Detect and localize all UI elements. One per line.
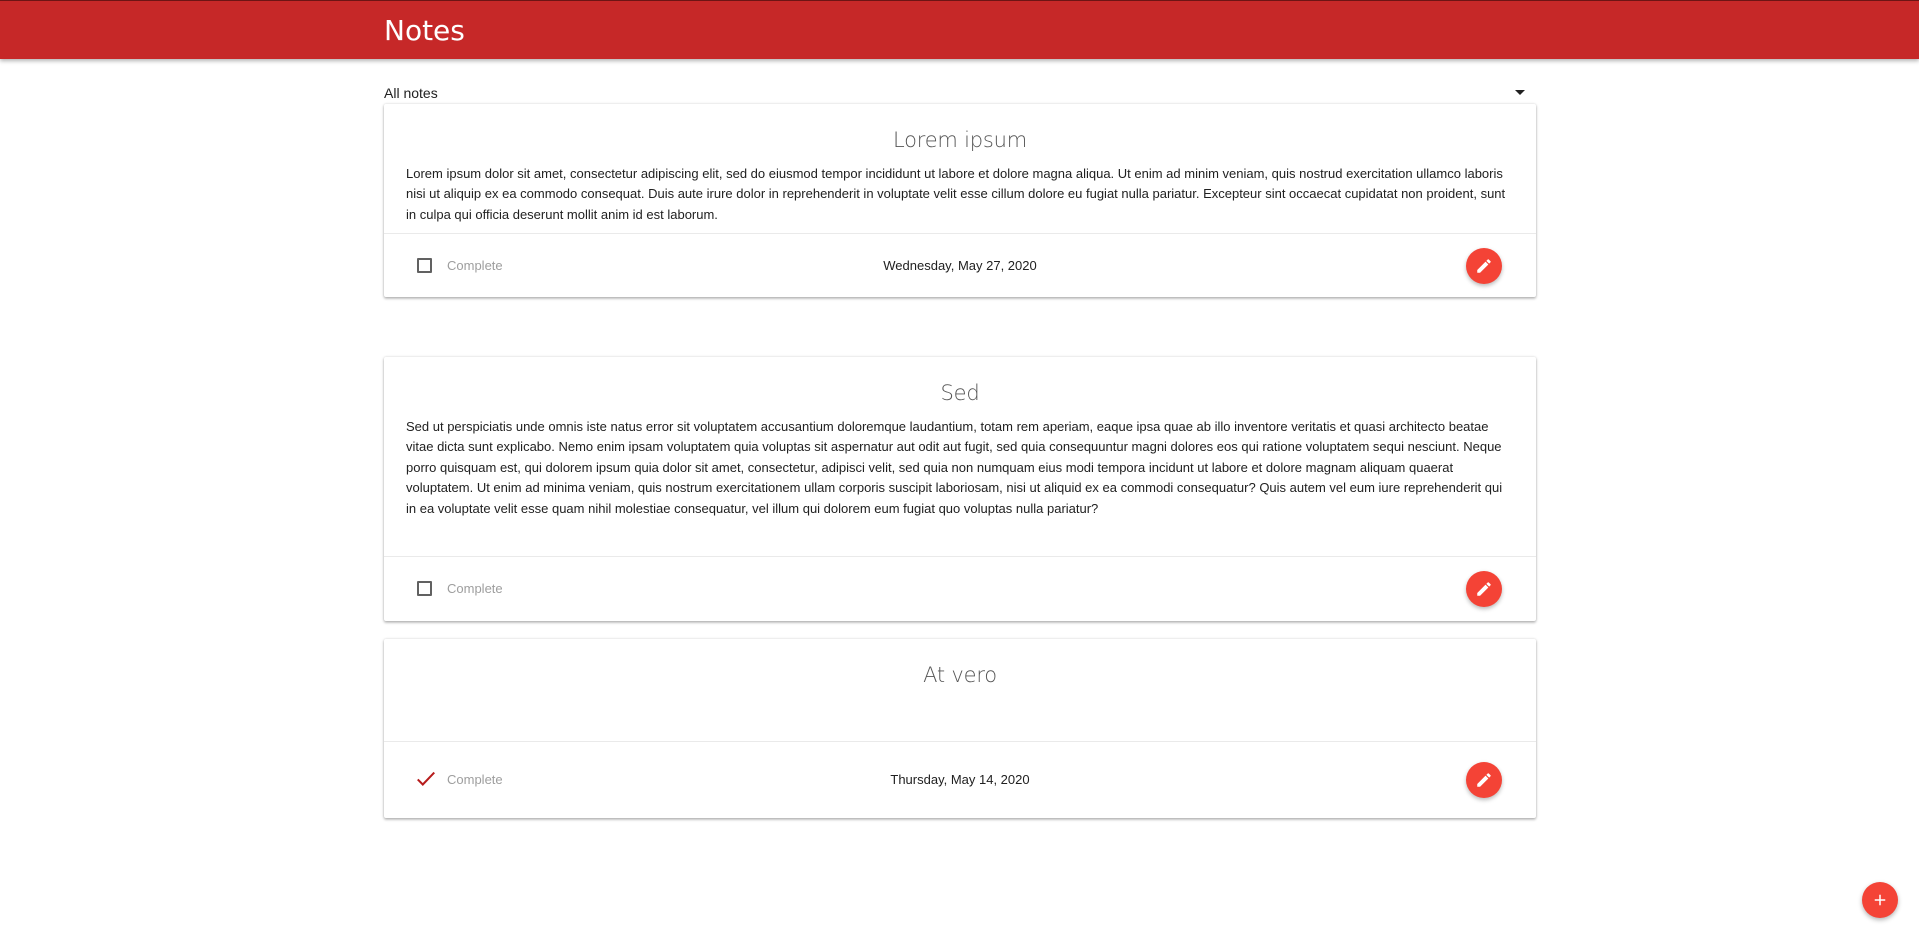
filter-selected-value: All notes xyxy=(384,85,438,101)
pencil-icon xyxy=(1477,773,1491,787)
note-card: Lorem ipsum Lorem ipsum dolor sit amet, … xyxy=(384,104,1536,297)
app-title: Notes xyxy=(384,14,465,47)
note-footer: Complete Thursday, May 14, 2020 xyxy=(384,741,1536,818)
note-card: At vero Complete Thursday, May 14, 2020 xyxy=(384,639,1536,818)
note-date: Wednesday, May 27, 2020 xyxy=(883,257,1037,273)
app-bar: Notes xyxy=(0,0,1919,59)
pencil-icon xyxy=(1477,582,1491,596)
edit-note-button[interactable] xyxy=(1466,762,1502,798)
dropdown-arrow-icon xyxy=(1515,90,1525,95)
edit-note-button[interactable] xyxy=(1466,571,1502,607)
note-date: Thursday, May 14, 2020 xyxy=(890,772,1030,787)
note-body xyxy=(384,687,1536,699)
complete-checkbox[interactable] xyxy=(417,581,432,596)
add-note-button[interactable] xyxy=(1862,882,1898,918)
note-title: Sed xyxy=(940,381,980,405)
edit-note-button[interactable] xyxy=(1466,247,1502,284)
note-title: Lorem ipsum xyxy=(892,128,1028,152)
note-footer: Complete xyxy=(384,556,1536,621)
note-body: Lorem ipsum dolor sit amet, consectetur … xyxy=(406,166,1506,222)
plus-icon xyxy=(1874,894,1886,906)
pencil-icon xyxy=(1477,258,1491,273)
note-body: Sed ut perspiciatis unde omnis iste natu… xyxy=(406,419,1503,516)
note-footer: Complete Wednesday, May 27, 2020 xyxy=(384,233,1536,297)
notes-container: All notes Lorem ipsum Lorem ipsum dolor … xyxy=(384,59,1536,818)
complete-label: Complete xyxy=(447,581,503,596)
note-title: At vero xyxy=(923,663,997,687)
note-card: Sed Sed ut perspiciatis unde omnis iste … xyxy=(384,357,1536,621)
